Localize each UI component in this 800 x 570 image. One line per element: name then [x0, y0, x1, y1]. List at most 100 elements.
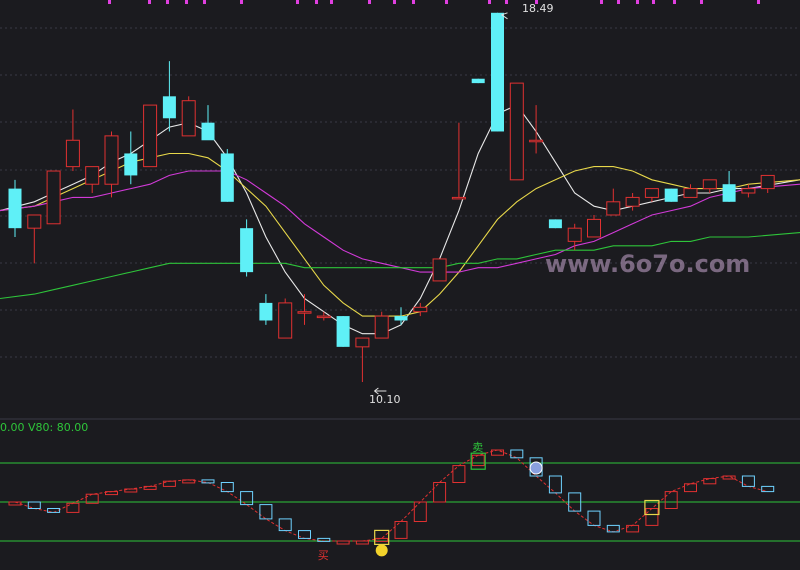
candle-body-3 — [65, 139, 80, 168]
candle-body-23 — [451, 196, 466, 200]
candle-14 — [278, 298, 293, 339]
candle-34 — [664, 188, 678, 202]
candle-15 — [297, 294, 312, 325]
candle-29 — [567, 223, 582, 251]
top-tick-17 — [617, 0, 620, 4]
osc-box-19 — [375, 537, 389, 542]
candle-body-34 — [664, 188, 678, 202]
osc-box-9 — [182, 479, 196, 484]
candle-body-26 — [509, 82, 524, 181]
candle-body-35 — [683, 188, 698, 198]
top-tick-21 — [700, 0, 703, 4]
candle-body-0 — [8, 188, 22, 229]
osc-bottom-signal-0 — [374, 529, 390, 546]
oscillator-panel: 卖买 — [0, 441, 800, 562]
candle-body-20 — [394, 316, 408, 321]
osc-box-14 — [278, 518, 292, 532]
candle-body-30 — [587, 218, 601, 238]
osc-box-36 — [703, 478, 717, 485]
candle-body-36 — [702, 179, 717, 190]
candle-37 — [722, 171, 736, 202]
top-tick-13 — [488, 0, 491, 4]
candle-body-37 — [722, 184, 736, 202]
candle-7 — [143, 104, 158, 168]
candle-13 — [259, 294, 273, 325]
candle-10 — [201, 105, 215, 141]
candle-3 — [65, 109, 80, 172]
candle-body-39 — [760, 174, 775, 190]
candle-6 — [124, 131, 138, 185]
candle-22 — [432, 258, 447, 282]
top-tick-1 — [148, 0, 151, 4]
candle-12 — [240, 219, 254, 277]
candle-body-5 — [104, 135, 119, 185]
candle-28 — [548, 219, 562, 229]
candle-8 — [162, 61, 176, 132]
candle-2 — [46, 170, 61, 225]
top-tick-3 — [185, 0, 188, 4]
candle-body-17 — [336, 316, 350, 347]
top-tick-2 — [166, 0, 169, 4]
moving-average-lines — [0, 104, 800, 335]
candle-39 — [760, 174, 775, 194]
candle-body-13 — [259, 302, 273, 321]
candle-38 — [741, 184, 756, 198]
top-tick-16 — [600, 0, 603, 4]
top-tick-4 — [203, 0, 206, 4]
candle-body-7 — [143, 104, 158, 168]
candle-body-6 — [124, 153, 138, 176]
osc-box-28 — [548, 475, 562, 494]
top-tick-10 — [393, 0, 396, 4]
top-tick-12 — [445, 0, 448, 4]
candle-body-19 — [374, 315, 389, 339]
candle-body-4 — [85, 166, 100, 185]
candle-17 — [336, 316, 350, 347]
osc-box-7 — [143, 485, 157, 490]
osc-box-10 — [201, 479, 215, 484]
top-tick-18 — [636, 0, 639, 4]
top-tick-5 — [240, 0, 243, 4]
candle-11 — [220, 149, 234, 202]
osc-sell-label-0: 卖 — [472, 441, 483, 454]
candle-body-31 — [606, 201, 621, 216]
osc-box-6 — [124, 488, 138, 493]
candle-body-12 — [240, 228, 254, 273]
osc-box-24 — [471, 454, 485, 467]
candle-31 — [606, 188, 621, 216]
osc-box-0 — [8, 501, 22, 506]
top-tick-11 — [412, 0, 415, 4]
osc-box-30 — [587, 510, 601, 526]
candle-19 — [374, 311, 389, 339]
candle-body-18 — [355, 337, 370, 348]
candle-body-28 — [548, 219, 562, 229]
low-price-label: 10.10 — [369, 393, 401, 406]
candle-body-14 — [278, 302, 293, 339]
candle-body-2 — [46, 170, 61, 225]
candle-body-21 — [413, 306, 428, 313]
candle-body-33 — [644, 188, 659, 198]
candle-35 — [683, 184, 698, 198]
top-tick-20 — [673, 0, 676, 4]
top-ticks — [108, 0, 760, 4]
candle-body-1 — [27, 214, 42, 229]
candle-23 — [451, 122, 466, 200]
candle-27 — [529, 105, 544, 154]
candle-body-27 — [529, 139, 544, 143]
candle-body-8 — [162, 96, 176, 119]
osc-box-37 — [722, 475, 736, 480]
high-price-label: 18.49 — [522, 2, 554, 15]
candle-body-16 — [316, 315, 331, 319]
osc-box-23 — [452, 465, 466, 484]
osc-box-33 — [645, 508, 659, 526]
candle-body-24 — [471, 78, 485, 84]
candle-26 — [509, 82, 524, 181]
top-tick-22 — [757, 0, 760, 4]
candle-body-32 — [625, 196, 640, 207]
candle-16 — [316, 311, 331, 321]
candlestick-series — [8, 12, 775, 383]
candle-0 — [8, 179, 22, 237]
osc-box-21 — [413, 501, 427, 522]
osc-box-34 — [664, 491, 678, 510]
candle-18 — [355, 337, 370, 383]
candle-9 — [181, 96, 196, 137]
